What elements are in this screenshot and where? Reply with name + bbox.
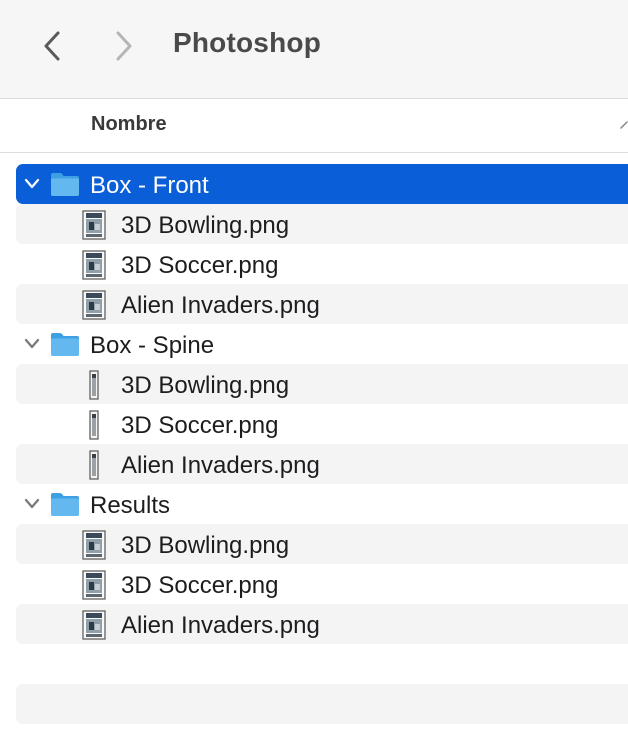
chevron-right-icon — [116, 31, 132, 61]
spine-thumbnail-icon — [89, 410, 99, 440]
forward-button[interactable] — [106, 26, 142, 66]
chevron-left-icon — [44, 31, 60, 61]
file-name: Alien Invaders.png — [121, 452, 320, 479]
column-header-bar: Nombre — [0, 99, 628, 153]
window-title: Photoshop — [173, 27, 321, 58]
file-name: Alien Invaders.png — [121, 612, 320, 639]
file-row[interactable]: 3D Bowling.png — [16, 524, 628, 564]
folder-row[interactable]: Box - Spine — [16, 324, 628, 364]
disclosure-chevron-icon[interactable] — [24, 337, 40, 351]
folder-row[interactable]: Box - Front — [16, 164, 628, 204]
folder-icon — [51, 173, 79, 196]
file-name: 3D Bowling.png — [121, 372, 290, 399]
empty-row — [16, 684, 628, 724]
spine-thumbnail-icon — [89, 370, 99, 400]
file-name: 3D Soccer.png — [121, 572, 279, 599]
folder-row[interactable]: Results — [16, 484, 628, 524]
file-row[interactable]: Alien Invaders.png — [16, 284, 628, 324]
box-art-thumbnail-icon — [82, 530, 106, 560]
box-art-thumbnail-icon — [82, 570, 106, 600]
file-row[interactable]: 3D Soccer.png — [16, 244, 628, 284]
box-art-thumbnail-icon — [82, 290, 106, 320]
file-row[interactable]: 3D Soccer.png — [16, 564, 628, 604]
file-name: 3D Bowling.png — [121, 532, 290, 559]
file-name: Alien Invaders.png — [121, 292, 320, 319]
sort-indicator-icon[interactable] — [620, 119, 628, 131]
file-row[interactable]: Alien Invaders.png — [16, 604, 628, 644]
file-row[interactable]: 3D Bowling.png — [16, 364, 628, 404]
folder-icon — [51, 493, 79, 516]
folder-name: Box - Front — [90, 172, 209, 199]
file-name: 3D Soccer.png — [121, 252, 279, 279]
file-list: Box - Front 3D Bowling.png 3D Soccer.png — [16, 164, 628, 644]
disclosure-chevron-icon[interactable] — [24, 177, 40, 191]
back-button[interactable] — [34, 26, 70, 66]
box-art-thumbnail-icon — [82, 250, 106, 280]
file-name: 3D Bowling.png — [121, 212, 290, 239]
folder-name: Results — [90, 492, 171, 519]
spine-thumbnail-icon — [89, 450, 99, 480]
column-header-name[interactable]: Nombre — [91, 113, 167, 136]
file-row[interactable]: 3D Bowling.png — [16, 204, 628, 244]
toolbar: Photoshop — [0, 0, 628, 99]
file-row[interactable]: 3D Soccer.png — [16, 404, 628, 444]
file-row[interactable]: Alien Invaders.png — [16, 444, 628, 484]
folder-icon — [51, 333, 79, 356]
disclosure-chevron-icon[interactable] — [24, 497, 40, 511]
box-art-thumbnail-icon — [82, 210, 106, 240]
file-name: 3D Soccer.png — [121, 412, 279, 439]
folder-name: Box - Spine — [90, 332, 215, 359]
box-art-thumbnail-icon — [82, 610, 106, 640]
